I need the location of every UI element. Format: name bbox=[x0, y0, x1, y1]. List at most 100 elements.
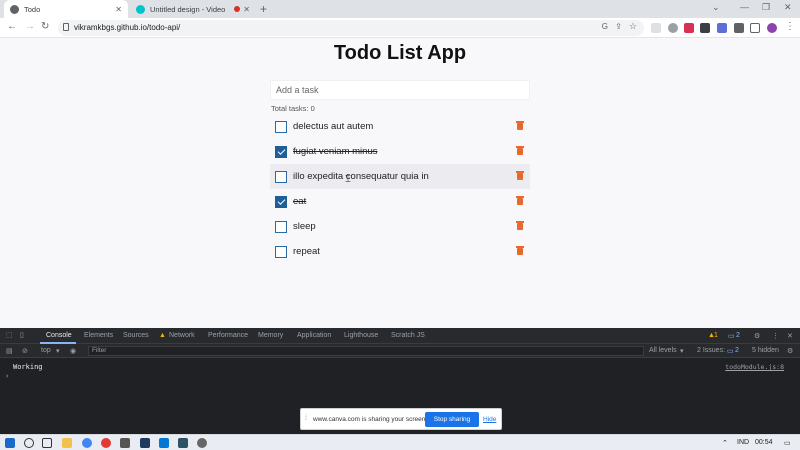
extension-icon[interactable] bbox=[668, 23, 678, 33]
share-icon[interactable]: ⇪ bbox=[615, 22, 622, 31]
task-checkbox[interactable] bbox=[275, 220, 287, 233]
devtools-tab-bar: ⬚ ▯ Console Elements Sources ▲ Network P… bbox=[0, 328, 800, 344]
settings-icon[interactable] bbox=[197, 438, 207, 448]
chevron-up-icon[interactable]: ⌃ bbox=[722, 439, 728, 447]
chevron-down-icon: ▾ bbox=[56, 348, 60, 355]
window-close-button[interactable]: ✕ bbox=[784, 2, 792, 13]
console-filter-input[interactable]: Filter bbox=[88, 346, 644, 356]
list-item: repeat bbox=[270, 239, 530, 264]
gear-icon[interactable]: ⚙ bbox=[787, 347, 793, 355]
reload-button[interactable]: ↻ bbox=[41, 21, 49, 32]
task-checkbox[interactable] bbox=[275, 120, 287, 133]
trash-icon[interactable] bbox=[516, 146, 524, 155]
trash-icon[interactable] bbox=[516, 121, 524, 130]
trash-icon[interactable] bbox=[516, 196, 524, 205]
extension-icon[interactable] bbox=[684, 23, 694, 33]
bookmark-star-icon[interactable]: ☆ bbox=[629, 21, 637, 32]
chrome-icon[interactable] bbox=[82, 438, 92, 448]
drag-handle-icon[interactable]: ⁞ bbox=[305, 415, 307, 422]
list-item: illo expedita consequatur quia in bbox=[270, 164, 530, 189]
clock[interactable]: 00:54 bbox=[755, 439, 773, 446]
clear-console-icon[interactable]: ⊘ bbox=[22, 347, 28, 355]
search-icon[interactable] bbox=[24, 438, 34, 448]
task-text: illo expedita consequatur quia in bbox=[293, 171, 429, 182]
trash-icon[interactable] bbox=[516, 171, 524, 180]
tab-search-icon[interactable]: ⌄ bbox=[712, 2, 720, 13]
task-text: fugiat veniam minus bbox=[293, 146, 378, 157]
tab-lighthouse[interactable]: Lighthouse bbox=[344, 332, 378, 339]
canva-icon bbox=[136, 4, 145, 14]
task-checkbox[interactable] bbox=[275, 170, 287, 183]
tab-label: Todo bbox=[24, 4, 41, 14]
page-title: Todo List App bbox=[333, 42, 467, 64]
console-prompt-icon[interactable]: › bbox=[6, 373, 8, 380]
issues-label[interactable]: 2 Issues: bbox=[697, 347, 725, 354]
taskbar: ⌃ IND 00:54 ▭ bbox=[0, 434, 800, 450]
warning-count[interactable]: 1 bbox=[714, 332, 718, 339]
tab-application[interactable]: Application bbox=[297, 332, 331, 339]
eye-icon[interactable]: ◉ bbox=[70, 347, 76, 355]
levels-dropdown[interactable]: All levels bbox=[649, 347, 677, 354]
list-item: delectus aut autem bbox=[270, 114, 530, 139]
side-panel-icon[interactable] bbox=[750, 23, 760, 33]
avatar[interactable] bbox=[767, 23, 777, 33]
console-toolbar: ▤ ⊘ top ▾ ◉ Filter All levels ▾ 2 Issues… bbox=[0, 344, 800, 358]
trash-icon[interactable] bbox=[516, 246, 524, 255]
context-selector[interactable]: top bbox=[41, 347, 51, 354]
close-icon[interactable]: ✕ bbox=[787, 332, 793, 340]
add-task-input[interactable] bbox=[270, 80, 530, 100]
task-text: delectus aut autem bbox=[293, 121, 374, 132]
console-log-source[interactable]: todoModule.js:8 bbox=[725, 363, 784, 371]
task-text: eat bbox=[293, 196, 307, 207]
windows-start-icon[interactable] bbox=[5, 438, 15, 448]
minimize-button[interactable]: — bbox=[740, 2, 749, 12]
new-tab-button[interactable]: + bbox=[260, 2, 267, 16]
hide-link[interactable]: Hide bbox=[483, 416, 496, 423]
address-bar[interactable]: vikramkbgs.github.io/todo-api/ G ⇪ ☆ bbox=[58, 20, 644, 36]
extension-icon[interactable] bbox=[700, 23, 710, 33]
browser-toolbar: ← → ↻ vikramkbgs.github.io/todo-api/ G ⇪… bbox=[0, 18, 800, 38]
tab-network[interactable]: Network bbox=[169, 332, 195, 339]
google-icon[interactable]: G bbox=[602, 22, 608, 31]
back-button[interactable]: ← bbox=[7, 21, 17, 32]
tab-todo[interactable]: Todo ✕ bbox=[4, 0, 128, 18]
menu-icon[interactable]: ⋮ bbox=[785, 21, 795, 32]
file-explorer-icon[interactable] bbox=[62, 438, 72, 448]
task-checkbox[interactable] bbox=[275, 195, 287, 208]
issues-count[interactable]: 2 bbox=[735, 347, 739, 354]
tab-canva[interactable]: Untitled design - Video ✕ bbox=[130, 0, 256, 18]
app-icon[interactable] bbox=[140, 438, 150, 448]
extension-icon[interactable] bbox=[651, 23, 661, 33]
vscode-icon[interactable] bbox=[159, 438, 169, 448]
message-count[interactable]: 2 bbox=[736, 332, 740, 339]
forward-button[interactable]: → bbox=[25, 21, 35, 32]
extension-icon[interactable] bbox=[717, 23, 727, 33]
task-checkbox[interactable] bbox=[275, 145, 287, 158]
app-icon[interactable] bbox=[120, 438, 130, 448]
gear-icon[interactable]: ⚙ bbox=[754, 332, 760, 340]
language-indicator[interactable]: IND bbox=[737, 439, 749, 446]
restore-button[interactable]: ❐ bbox=[762, 2, 770, 13]
tab-elements[interactable]: Elements bbox=[84, 332, 113, 339]
device-toggle-icon[interactable]: ▯ bbox=[20, 331, 24, 339]
close-icon[interactable]: ✕ bbox=[115, 5, 122, 14]
tab-performance[interactable]: Performance bbox=[208, 332, 248, 339]
task-view-icon[interactable] bbox=[42, 438, 52, 448]
stop-sharing-button[interactable]: Stop sharing bbox=[425, 412, 479, 427]
notification-icon[interactable]: ▭ bbox=[784, 439, 791, 447]
tab-sources[interactable]: Sources bbox=[123, 332, 149, 339]
tab-memory[interactable]: Memory bbox=[258, 332, 283, 339]
puzzle-icon[interactable] bbox=[734, 23, 744, 33]
more-icon[interactable]: ⋮ bbox=[772, 332, 779, 340]
lock-icon bbox=[63, 23, 69, 31]
task-checkbox[interactable] bbox=[275, 245, 287, 258]
tab-console[interactable]: Console bbox=[46, 332, 72, 339]
app-icon[interactable] bbox=[101, 438, 111, 448]
inspect-icon[interactable]: ⬚ bbox=[6, 331, 13, 339]
app-icon[interactable] bbox=[178, 438, 188, 448]
close-icon[interactable]: ✕ bbox=[243, 5, 250, 14]
trash-icon[interactable] bbox=[516, 221, 524, 230]
tab-scratch-js[interactable]: Scratch JS bbox=[391, 332, 425, 339]
list-item: sleep bbox=[270, 214, 530, 239]
sidebar-toggle-icon[interactable]: ▤ bbox=[6, 347, 13, 355]
